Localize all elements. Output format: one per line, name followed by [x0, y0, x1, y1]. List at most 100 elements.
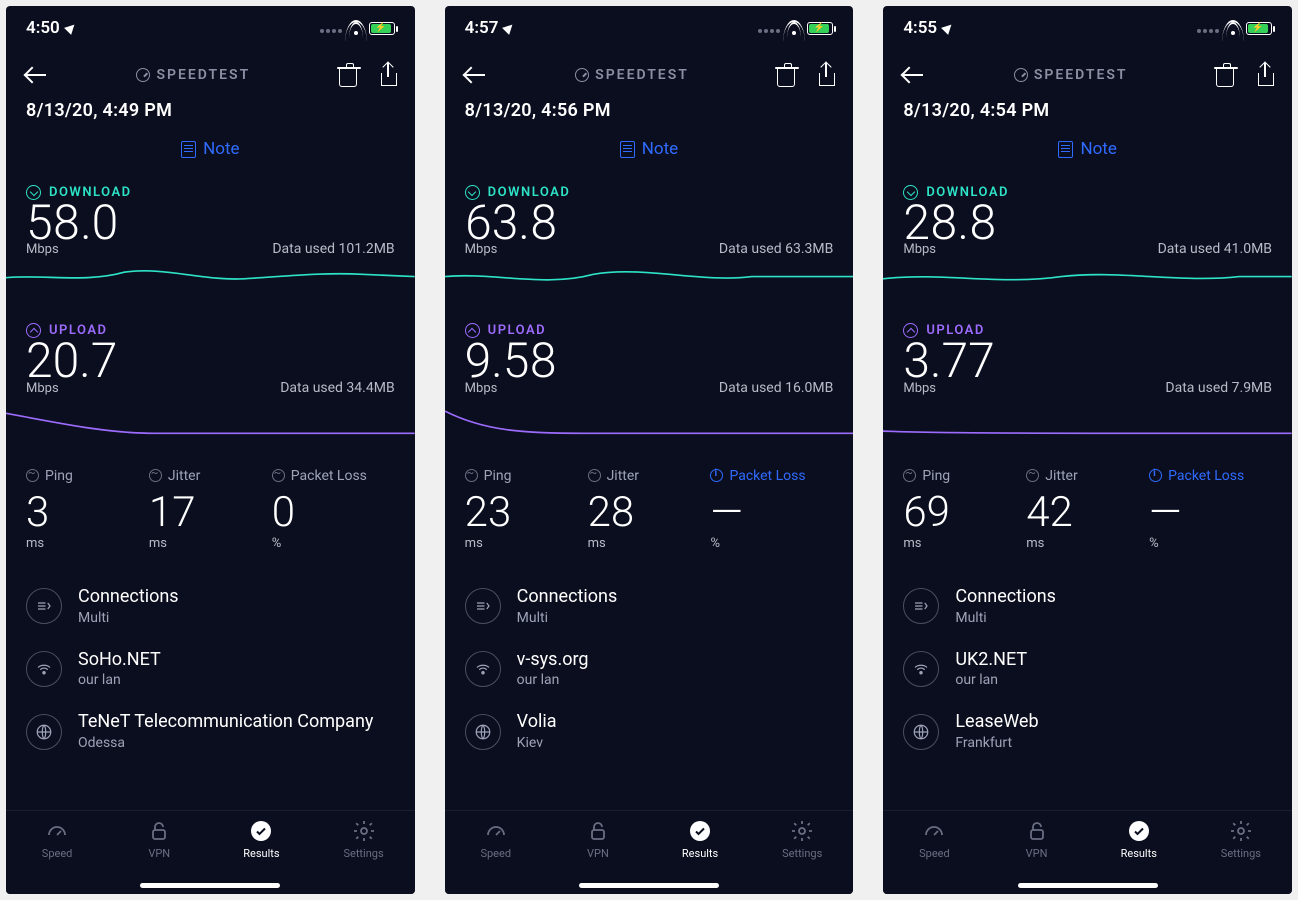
- connections-row[interactable]: ConnectionsMulti: [903, 575, 1272, 638]
- network-sub: our lan: [517, 672, 589, 688]
- back-button[interactable]: [24, 63, 48, 87]
- location-icon: [64, 21, 78, 35]
- speed-icon: [484, 819, 508, 843]
- share-button[interactable]: [817, 65, 835, 85]
- network-name: UK2.NET: [955, 650, 1027, 671]
- note-button[interactable]: Note: [620, 139, 678, 159]
- app-brand: SPEEDTEST: [575, 67, 689, 83]
- tab-settings[interactable]: Settings: [312, 819, 414, 860]
- jitter-stat: Jitter17ms: [149, 468, 272, 551]
- globe-icon: [465, 714, 501, 750]
- gauge-icon: [136, 68, 150, 82]
- status-bar: 4:57: [445, 6, 854, 50]
- lock-icon: [586, 819, 610, 843]
- tab-vpn[interactable]: VPN: [108, 819, 210, 860]
- ping-value: 69: [903, 490, 1026, 536]
- wifi-icon: [1224, 21, 1242, 35]
- home-indicator[interactable]: [579, 883, 719, 888]
- download-value: 63.8: [465, 198, 558, 248]
- ping-value: 23: [465, 490, 588, 536]
- gear-icon: [790, 819, 814, 843]
- home-indicator[interactable]: [140, 883, 280, 888]
- connections-row[interactable]: ConnectionsMulti: [465, 575, 834, 638]
- nav-bar: SPEEDTEST: [6, 50, 415, 100]
- server-location: Frankfurt: [955, 735, 1038, 751]
- signal-dots-icon: [757, 18, 781, 38]
- server-row[interactable]: LeaseWeb Frankfurt: [903, 700, 1272, 763]
- back-button[interactable]: [901, 63, 925, 87]
- network-row[interactable]: UK2.NETour lan: [903, 638, 1272, 701]
- server-row[interactable]: TeNeT Telecommunication Company Odessa: [26, 700, 395, 763]
- note-icon: [620, 141, 635, 158]
- note-button[interactable]: Note: [181, 139, 239, 159]
- tab-bar: Speed VPN Results Settings: [883, 810, 1292, 894]
- result-timestamp: 8/13/20, 4:54 PM: [883, 100, 1292, 121]
- status-time: 4:55: [903, 18, 937, 38]
- battery-icon: [1246, 22, 1272, 35]
- tab-settings[interactable]: Settings: [1190, 819, 1292, 860]
- packet-loss-stat: Packet Loss0%: [272, 468, 395, 551]
- home-indicator[interactable]: [1018, 883, 1158, 888]
- tab-results[interactable]: Results: [210, 819, 312, 860]
- connections-icon: [465, 588, 501, 624]
- delete-button[interactable]: [1216, 67, 1234, 87]
- connections-icon: [26, 588, 62, 624]
- share-button[interactable]: [1256, 65, 1274, 85]
- network-row[interactable]: v-sys.orgour lan: [465, 638, 834, 701]
- note-icon: [1058, 141, 1073, 158]
- gear-icon: [1229, 819, 1253, 843]
- share-button[interactable]: [379, 65, 397, 85]
- connections-icon: [903, 588, 939, 624]
- phone-screen: 4:50 SPEEDTEST 8/13/20, 4:49 PM Note DOW…: [6, 6, 415, 894]
- wifi-network-icon: [465, 651, 501, 687]
- status-bar: 4:55: [883, 6, 1292, 50]
- network-row[interactable]: SoHo.NETour lan: [26, 638, 395, 701]
- tab-results[interactable]: Results: [1088, 819, 1190, 860]
- gauge-icon: [575, 68, 589, 82]
- upload-data-used: Data used 34.4MB: [280, 380, 394, 396]
- upload-data-used: Data used 16.0MB: [719, 380, 833, 396]
- tab-settings[interactable]: Settings: [751, 819, 853, 860]
- packet-loss-value: 0: [272, 490, 395, 536]
- connections-mode: Multi: [955, 610, 1056, 626]
- gauge-icon: [1014, 68, 1028, 82]
- jitter-value: 42: [1026, 490, 1149, 536]
- server-name: LeaseWeb: [955, 712, 1038, 733]
- delete-button[interactable]: [339, 67, 357, 87]
- tab-speed[interactable]: Speed: [883, 819, 985, 860]
- tab-speed[interactable]: Speed: [6, 819, 108, 860]
- connections-mode: Multi: [517, 610, 618, 626]
- tab-vpn[interactable]: VPN: [547, 819, 649, 860]
- note-button[interactable]: Note: [1058, 139, 1116, 159]
- delete-button[interactable]: [777, 67, 795, 87]
- jitter-value: 17: [149, 490, 272, 536]
- ping-value: 3: [26, 490, 149, 536]
- wifi-network-icon: [26, 651, 62, 687]
- tab-vpn[interactable]: VPN: [986, 819, 1088, 860]
- download-value: 28.8: [903, 198, 996, 248]
- globe-icon: [26, 714, 62, 750]
- network-name: v-sys.org: [517, 650, 589, 671]
- download-sparkline: [6, 261, 415, 311]
- jitter-stat: Jitter28ms: [588, 468, 711, 551]
- download-value: 58.0: [26, 198, 118, 248]
- download-sparkline: [883, 261, 1292, 311]
- server-location: Odessa: [78, 735, 373, 751]
- tab-bar: Speed VPN Results Settings: [6, 810, 415, 894]
- server-row[interactable]: VoliaKiev: [465, 700, 834, 763]
- upload-value: 20.7: [26, 336, 117, 386]
- location-icon: [941, 21, 955, 35]
- check-icon: [688, 819, 712, 843]
- lock-icon: [147, 819, 171, 843]
- upload-sparkline: [6, 400, 415, 450]
- tab-speed[interactable]: Speed: [445, 819, 547, 860]
- jitter-stat: Jitter42ms: [1026, 468, 1149, 551]
- stats-row: Ping69ms Jitter42ms Packet Loss—%: [883, 454, 1292, 561]
- tab-results[interactable]: Results: [649, 819, 751, 860]
- result-timestamp: 8/13/20, 4:49 PM: [6, 100, 415, 121]
- back-button[interactable]: [463, 63, 487, 87]
- connections-row[interactable]: ConnectionsMulti: [26, 575, 395, 638]
- lock-icon: [1025, 819, 1049, 843]
- ping-stat: Ping3ms: [26, 468, 149, 551]
- server-name: TeNeT Telecommunication Company: [78, 712, 373, 733]
